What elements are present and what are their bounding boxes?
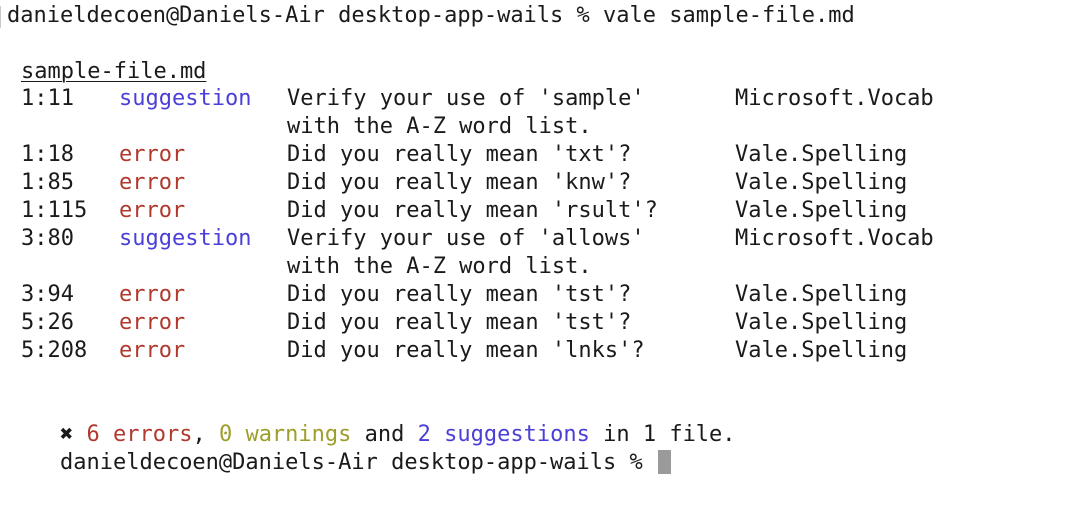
alert-location: 1:115 — [21, 198, 88, 223]
alert-severity: error — [119, 170, 186, 195]
alert-message: Did you really mean 'tst'? — [287, 310, 632, 335]
alert-row: 3:80 suggestion Verify your use of 'allows… — [0, 225, 1080, 253]
alert-rule: Microsoft.Vocab — [735, 86, 934, 111]
alert-severity: error — [119, 282, 186, 307]
file-heading: sample-file.md — [21, 59, 207, 84]
alert-row: 1:115 error Did you really mean 'rsult'? Va… — [0, 197, 1080, 225]
alert-message: Did you really mean 'tst'? — [287, 282, 632, 307]
command-line: danieldecoen@Daniels-Air desktop-app-wai… — [7, 3, 855, 28]
alert-location: 5:208 — [21, 338, 88, 363]
alert-message: Did you really mean 'rsult'? — [287, 198, 658, 223]
alert-message: Verify your use of 'sample' — [287, 86, 645, 111]
alert-location: 5:26 — [21, 310, 74, 335]
alert-rule: Vale.Spelling — [735, 170, 908, 195]
alert-rule: Vale.Spelling — [735, 338, 908, 363]
alert-row: 1:11 suggestion Verify your use of 'sample… — [0, 85, 1080, 113]
summary-line: ✖ 6 errors, 0 warnings and 2 suggestions… — [7, 393, 736, 447]
alert-row-continuation: with the A-Z word list. — [0, 253, 1080, 281]
alert-row-continuation: with the A-Z word list. — [0, 113, 1080, 141]
alert-location: 1:11 — [21, 86, 74, 111]
alert-row: 1:18 error Did you really mean 'txt'? Vale.… — [0, 141, 1080, 169]
alert-rule: Microsoft.Vocab — [735, 226, 934, 251]
alert-row: 5:26 error Did you really mean 'tst'? Vale.… — [0, 309, 1080, 337]
alert-row: 3:94 error Did you really mean 'tst'? Vale.… — [0, 281, 1080, 309]
left-edge-marker — [0, 6, 4, 28]
alert-rule: Vale.Spelling — [735, 142, 908, 167]
alert-rule: Vale.Spelling — [735, 310, 908, 335]
terminal-window[interactable]: danieldecoen@Daniels-Air desktop-app-wai… — [0, 0, 1080, 475]
alert-severity: error — [119, 338, 186, 363]
alert-row: 5:208 error Did you really mean 'lnks'? Val… — [0, 337, 1080, 365]
alert-severity: error — [119, 310, 186, 335]
alert-severity: error — [119, 142, 186, 167]
alert-severity: suggestion — [119, 86, 252, 111]
alert-location: 1:18 — [21, 142, 74, 167]
alert-row: 1:85 error Did you really mean 'knw'? Vale.… — [0, 169, 1080, 197]
alert-location: 3:80 — [21, 226, 74, 251]
alert-rule: Vale.Spelling — [735, 282, 908, 307]
alert-location: 1:85 — [21, 170, 74, 195]
alert-message: Did you really mean 'lnks'? — [287, 338, 645, 363]
alert-severity: error — [119, 198, 186, 223]
alert-message-continuation: with the A-Z word list. — [287, 254, 592, 279]
alert-message-continuation: with the A-Z word list. — [287, 114, 592, 139]
alert-message: Did you really mean 'txt'? — [287, 142, 632, 167]
alert-message: Verify your use of 'allows' — [287, 226, 645, 251]
alert-severity: suggestion — [119, 226, 252, 251]
alert-rule: Vale.Spelling — [735, 198, 908, 223]
alert-location: 3:94 — [21, 282, 74, 307]
prompt-row[interactable]: danieldecoen@Daniels-Air desktop-app-wai… — [7, 421, 672, 475]
alert-message: Did you really mean 'knw'? — [287, 170, 632, 195]
